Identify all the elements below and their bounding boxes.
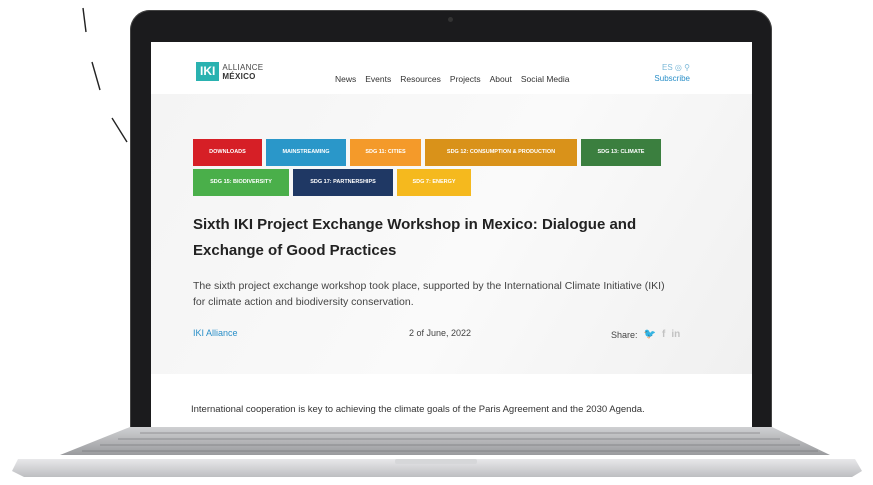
header-utility: ES ◎ ⚲ Subscribe (654, 62, 690, 84)
facebook-icon[interactable]: f (662, 329, 665, 340)
tag-sdg12[interactable]: SDG 12: CONSUMPTION & PRODUCTION (425, 139, 577, 166)
browser-viewport: IKI ALLIANCE MÉXICO News Events Resource… (151, 42, 752, 428)
share-bar: Share: 🐦 f in (611, 329, 680, 340)
logo-mark: IKI (196, 62, 220, 81)
tag-sdg15[interactable]: SDG 15: BIODIVERSITY (193, 169, 289, 196)
language-switch[interactable]: ES (662, 63, 673, 72)
main-nav: News Events Resources Projects About Soc… (335, 74, 570, 84)
site-logo[interactable]: IKI ALLIANCE MÉXICO (196, 62, 263, 81)
logo-text: ALLIANCE MÉXICO (222, 63, 263, 81)
article-hero: DOWNLOADS MAINSTREAMING SDG 11: CITIES S… (151, 94, 752, 374)
nav-item-about[interactable]: About (490, 74, 512, 84)
nav-item-projects[interactable]: Projects (450, 74, 481, 84)
laptop-camera (448, 17, 453, 22)
laptop-base (12, 427, 862, 477)
site-header: IKI ALLIANCE MÉXICO News Events Resource… (151, 42, 752, 94)
tag-sdg7[interactable]: SDG 7: ENERGY (397, 169, 471, 196)
search-icon[interactable]: ⚲ (684, 63, 690, 72)
linkedin-icon[interactable]: in (671, 329, 680, 340)
logo-line1: ALLIANCE (222, 62, 264, 72)
nav-item-resources[interactable]: Resources (400, 74, 441, 84)
article-body: International cooperation is key to achi… (191, 404, 645, 415)
tag-sdg13[interactable]: SDG 13: CLIMATE (581, 139, 661, 166)
twitter-icon[interactable]: 🐦 (644, 329, 656, 340)
subscribe-link[interactable]: Subscribe (654, 74, 690, 83)
article-title: Sixth IKI Project Exchange Workshop in M… (193, 216, 637, 259)
article-author[interactable]: IKI Alliance (193, 328, 238, 338)
article-summary: The sixth project exchange workshop took… (193, 280, 665, 308)
tag-mainstreaming[interactable]: MAINSTREAMING (266, 139, 346, 166)
nav-item-social-media[interactable]: Social Media (521, 74, 570, 84)
share-label: Share: (611, 329, 638, 340)
tag-sdg11[interactable]: SDG 11: CITIES (350, 139, 421, 166)
tag-sdg17[interactable]: SDG 17: PARTNERSHIPS (293, 169, 393, 196)
logo-line2: MÉXICO (222, 71, 256, 81)
globe-icon[interactable]: ◎ (675, 63, 682, 72)
nav-item-events[interactable]: Events (365, 74, 391, 84)
article-date: 2 of June, 2022 (409, 328, 472, 338)
tag-downloads[interactable]: DOWNLOADS (193, 139, 262, 166)
tag-list: DOWNLOADS MAINSTREAMING SDG 11: CITIES S… (193, 139, 673, 196)
nav-item-news[interactable]: News (335, 74, 356, 84)
